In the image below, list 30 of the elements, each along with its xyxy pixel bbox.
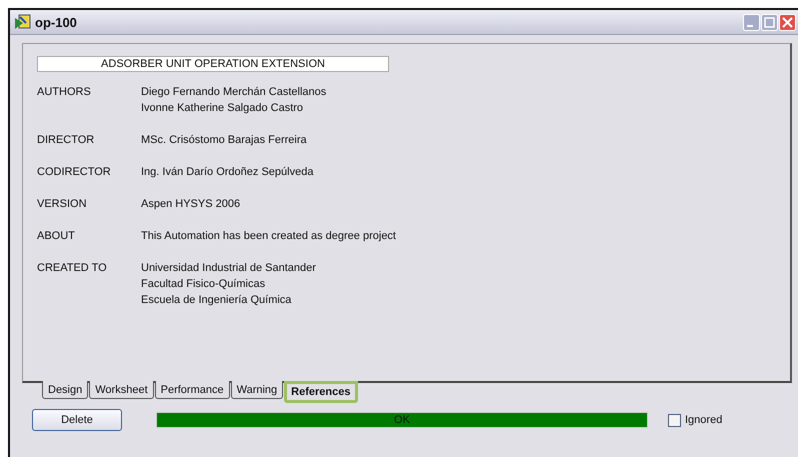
delete-button[interactable]: Delete xyxy=(32,409,122,431)
field-value: Ing. Iván Darío Ordoñez Sepúlveda xyxy=(141,166,314,178)
field-value: This Automation has been created as degree project xyxy=(141,230,396,242)
field-value: MSc. Crisóstomo Barajas Ferreira xyxy=(141,134,307,146)
tab[interactable]: Design xyxy=(42,381,88,399)
maximize-icon[interactable] xyxy=(761,14,778,30)
field-label: AUTHORS xyxy=(37,86,92,100)
tab[interactable]: Performance xyxy=(154,381,230,399)
window-title: op-100 xyxy=(35,14,77,30)
field-value: Escuela de Ingeniería Química xyxy=(141,294,292,306)
tab[interactable]: References xyxy=(284,381,358,403)
field-value: Aspen HYSYS 2006 xyxy=(141,198,240,210)
field-value: Universidad Industrial de Santander xyxy=(141,262,316,274)
status-bar: OK xyxy=(156,412,648,428)
tab[interactable]: Worksheet xyxy=(89,381,154,399)
field-label: CODIRECTOR xyxy=(37,166,112,178)
field-value: Ivonne Katherine Salgado Castro xyxy=(141,102,304,114)
field-label: DIRECTOR xyxy=(37,134,96,146)
checkbox-label: Ignored xyxy=(685,414,722,426)
tab[interactable]: Warning xyxy=(230,381,284,399)
close-icon[interactable] xyxy=(779,14,796,30)
field-value: Diego Fernando Merchán Castellanos xyxy=(141,86,326,98)
heading-field: ADSORBER UNIT OPERATION EXTENSION xyxy=(37,56,389,72)
field-label: ABOUT xyxy=(37,230,76,242)
minimize-icon[interactable] xyxy=(743,14,760,30)
checkbox[interactable] xyxy=(668,414,681,426)
app-icon xyxy=(14,14,32,30)
field-value: Facultad Fisico-Químicas xyxy=(141,278,266,290)
field-label: VERSION xyxy=(37,198,88,210)
field-label: CREATED TO xyxy=(37,262,108,276)
